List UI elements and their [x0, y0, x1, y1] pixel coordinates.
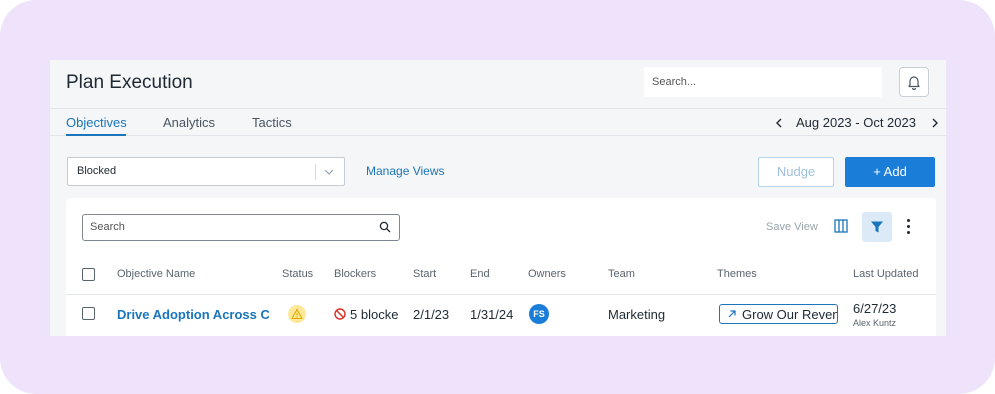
owner-avatar[interactable]: FS: [529, 304, 549, 324]
column-header-status[interactable]: Status: [282, 268, 313, 280]
page-title: Plan Execution: [66, 72, 193, 93]
objectives-panel: Search Save View Objective Name Status B…: [66, 198, 936, 336]
view-select[interactable]: Blocked: [67, 157, 345, 186]
nudge-button[interactable]: Nudge: [758, 157, 834, 187]
search-icon: [379, 221, 391, 233]
table-search-placeholder: Search: [90, 221, 125, 233]
start-date: 2/1/23: [413, 307, 450, 322]
columns-icon[interactable]: [834, 219, 848, 233]
theme-tag[interactable]: Grow Our Revenu: [719, 304, 838, 324]
column-header-team[interactable]: Team: [608, 268, 635, 280]
end-date: 1/31/24: [470, 307, 514, 322]
add-button[interactable]: + Add: [845, 157, 935, 187]
blocked-icon: [334, 308, 346, 320]
frame-background: Plan Execution Search... Objectives Anal…: [0, 0, 995, 394]
header-divider: [66, 294, 936, 295]
notifications-button[interactable]: [899, 67, 929, 97]
date-range-nav: Aug 2023 - Oct 2023: [766, 115, 946, 133]
select-divider: [315, 164, 316, 180]
team-name: Marketing: [608, 307, 666, 322]
active-tab-indicator: [66, 134, 126, 136]
column-header-owners[interactable]: Owners: [528, 268, 566, 280]
app-window: Plan Execution Search... Objectives Anal…: [50, 60, 946, 336]
date-range-label: Aug 2023 - Oct 2023: [796, 115, 916, 130]
filter-button[interactable]: [862, 212, 892, 242]
select-all-checkbox[interactable]: [82, 268, 95, 281]
view-select-value: Blocked: [77, 165, 117, 177]
last-updated-date: 6/27/23: [853, 301, 897, 316]
warning-icon: [291, 308, 303, 320]
column-header-objective-name[interactable]: Objective Name: [117, 268, 195, 280]
save-view-button[interactable]: Save View: [766, 221, 818, 233]
filter-icon: [871, 221, 883, 233]
column-header-last-updated[interactable]: Last Updated: [853, 268, 918, 280]
tab-objectives[interactable]: Objectives: [66, 115, 127, 130]
column-header-end[interactable]: End: [470, 268, 490, 280]
objective-name-link[interactable]: Drive Adoption Across Cur: [117, 307, 269, 322]
bell-icon: [908, 76, 920, 90]
global-search-input[interactable]: Search...: [644, 67, 882, 97]
tab-analytics[interactable]: Analytics: [163, 115, 215, 130]
page-header: Plan Execution Search...: [50, 60, 946, 108]
blockers-count[interactable]: 5 blocke: [350, 307, 400, 322]
column-header-start[interactable]: Start: [413, 268, 436, 280]
last-updated-by: Alex Kuntz: [853, 318, 897, 328]
tab-bar: Objectives Analytics Tactics Aug 2023 - …: [50, 108, 946, 136]
tab-tactics[interactable]: Tactics: [252, 115, 292, 130]
theme-label: Grow Our Revenu: [742, 307, 838, 322]
manage-views-link[interactable]: Manage Views: [366, 164, 445, 178]
more-options-icon[interactable]: [902, 216, 916, 238]
column-header-blockers[interactable]: Blockers: [334, 268, 376, 280]
table-search-input[interactable]: Search: [82, 214, 400, 241]
arrow-up-right-icon: [728, 310, 736, 318]
column-header-themes[interactable]: Themes: [717, 268, 757, 280]
chevron-left-icon[interactable]: [774, 115, 784, 131]
chevron-right-icon[interactable]: [930, 115, 940, 131]
status-badge: [288, 305, 306, 323]
chevron-down-icon: [324, 169, 334, 175]
row-checkbox[interactable]: [82, 307, 95, 320]
